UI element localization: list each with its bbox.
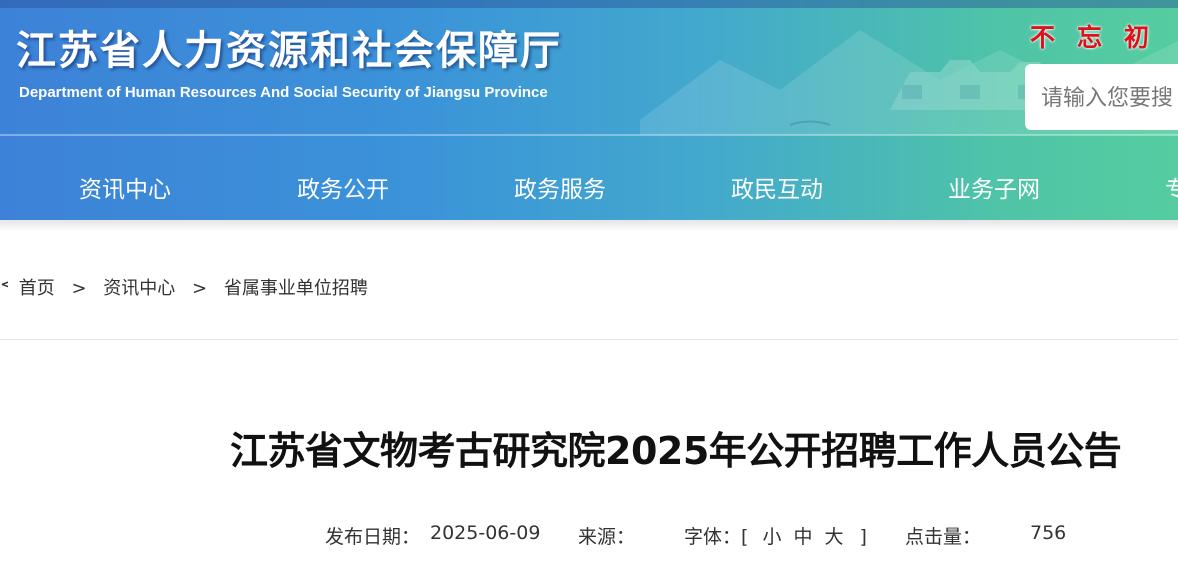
- breadcrumb-separator: >: [71, 278, 87, 299]
- nav-item-news-center[interactable]: 资讯中心: [79, 170, 171, 204]
- font-size-open-bracket: [: [741, 526, 749, 548]
- search-box: [1025, 64, 1178, 130]
- source-label: 来源：: [578, 526, 636, 548]
- publish-date-label: 发布日期：: [325, 526, 421, 548]
- breadcrumb-provincial-recruitment[interactable]: 省属事业单位招聘: [224, 278, 368, 299]
- font-size-control: 字体：[ 小中大]: [684, 522, 867, 549]
- font-size-label: 字体：: [684, 526, 742, 548]
- click-count-value: 756: [1030, 522, 1067, 544]
- slogan-text: 不忘初: [1030, 23, 1172, 52]
- font-size-small-button[interactable]: 小: [762, 526, 781, 548]
- article-title: 江苏省文物考古研究院2025年公开招聘工作人员公告: [230, 429, 1122, 473]
- breadcrumb-home[interactable]: 首页: [19, 278, 55, 299]
- site-subtitle: Department of Human Resources And Social…: [19, 84, 548, 101]
- main-nav: 资讯中心 政务公开 政务服务 政民互动 业务子网 专: [0, 150, 1178, 220]
- font-size-large-button[interactable]: 大: [824, 526, 843, 548]
- site-title: 江苏省人力资源和社会保障厅: [16, 28, 562, 74]
- click-count-label: 点击量：: [905, 526, 982, 548]
- breadcrumb: < 首页 > 资讯中心 > 省属事业单位招聘: [0, 274, 368, 300]
- nav-item-business-subsites[interactable]: 业务子网: [948, 170, 1040, 204]
- nav-item-special-topics[interactable]: 专: [1165, 170, 1178, 204]
- nav-item-public-interaction[interactable]: 政民互动: [731, 170, 823, 204]
- font-size-medium-button[interactable]: 中: [793, 526, 812, 548]
- header-divider: [0, 134, 1178, 136]
- breadcrumb-news-center[interactable]: 资讯中心: [103, 278, 175, 299]
- site-header: 江苏省人力资源和社会保障厅 Department of Human Resour…: [0, 0, 1178, 220]
- breadcrumb-separator: >: [192, 278, 208, 299]
- header-shadow: [0, 220, 1178, 232]
- font-size-close-bracket: ]: [859, 526, 867, 548]
- publish-date-value: 2025-06-09: [430, 522, 541, 544]
- nav-item-government-affairs-publicity[interactable]: 政务公开: [297, 170, 389, 204]
- breadcrumb-edge-marker: <: [0, 274, 8, 295]
- content-divider: [0, 339, 1178, 340]
- nav-item-government-services[interactable]: 政务服务: [514, 170, 606, 204]
- search-input[interactable]: [1039, 78, 1178, 118]
